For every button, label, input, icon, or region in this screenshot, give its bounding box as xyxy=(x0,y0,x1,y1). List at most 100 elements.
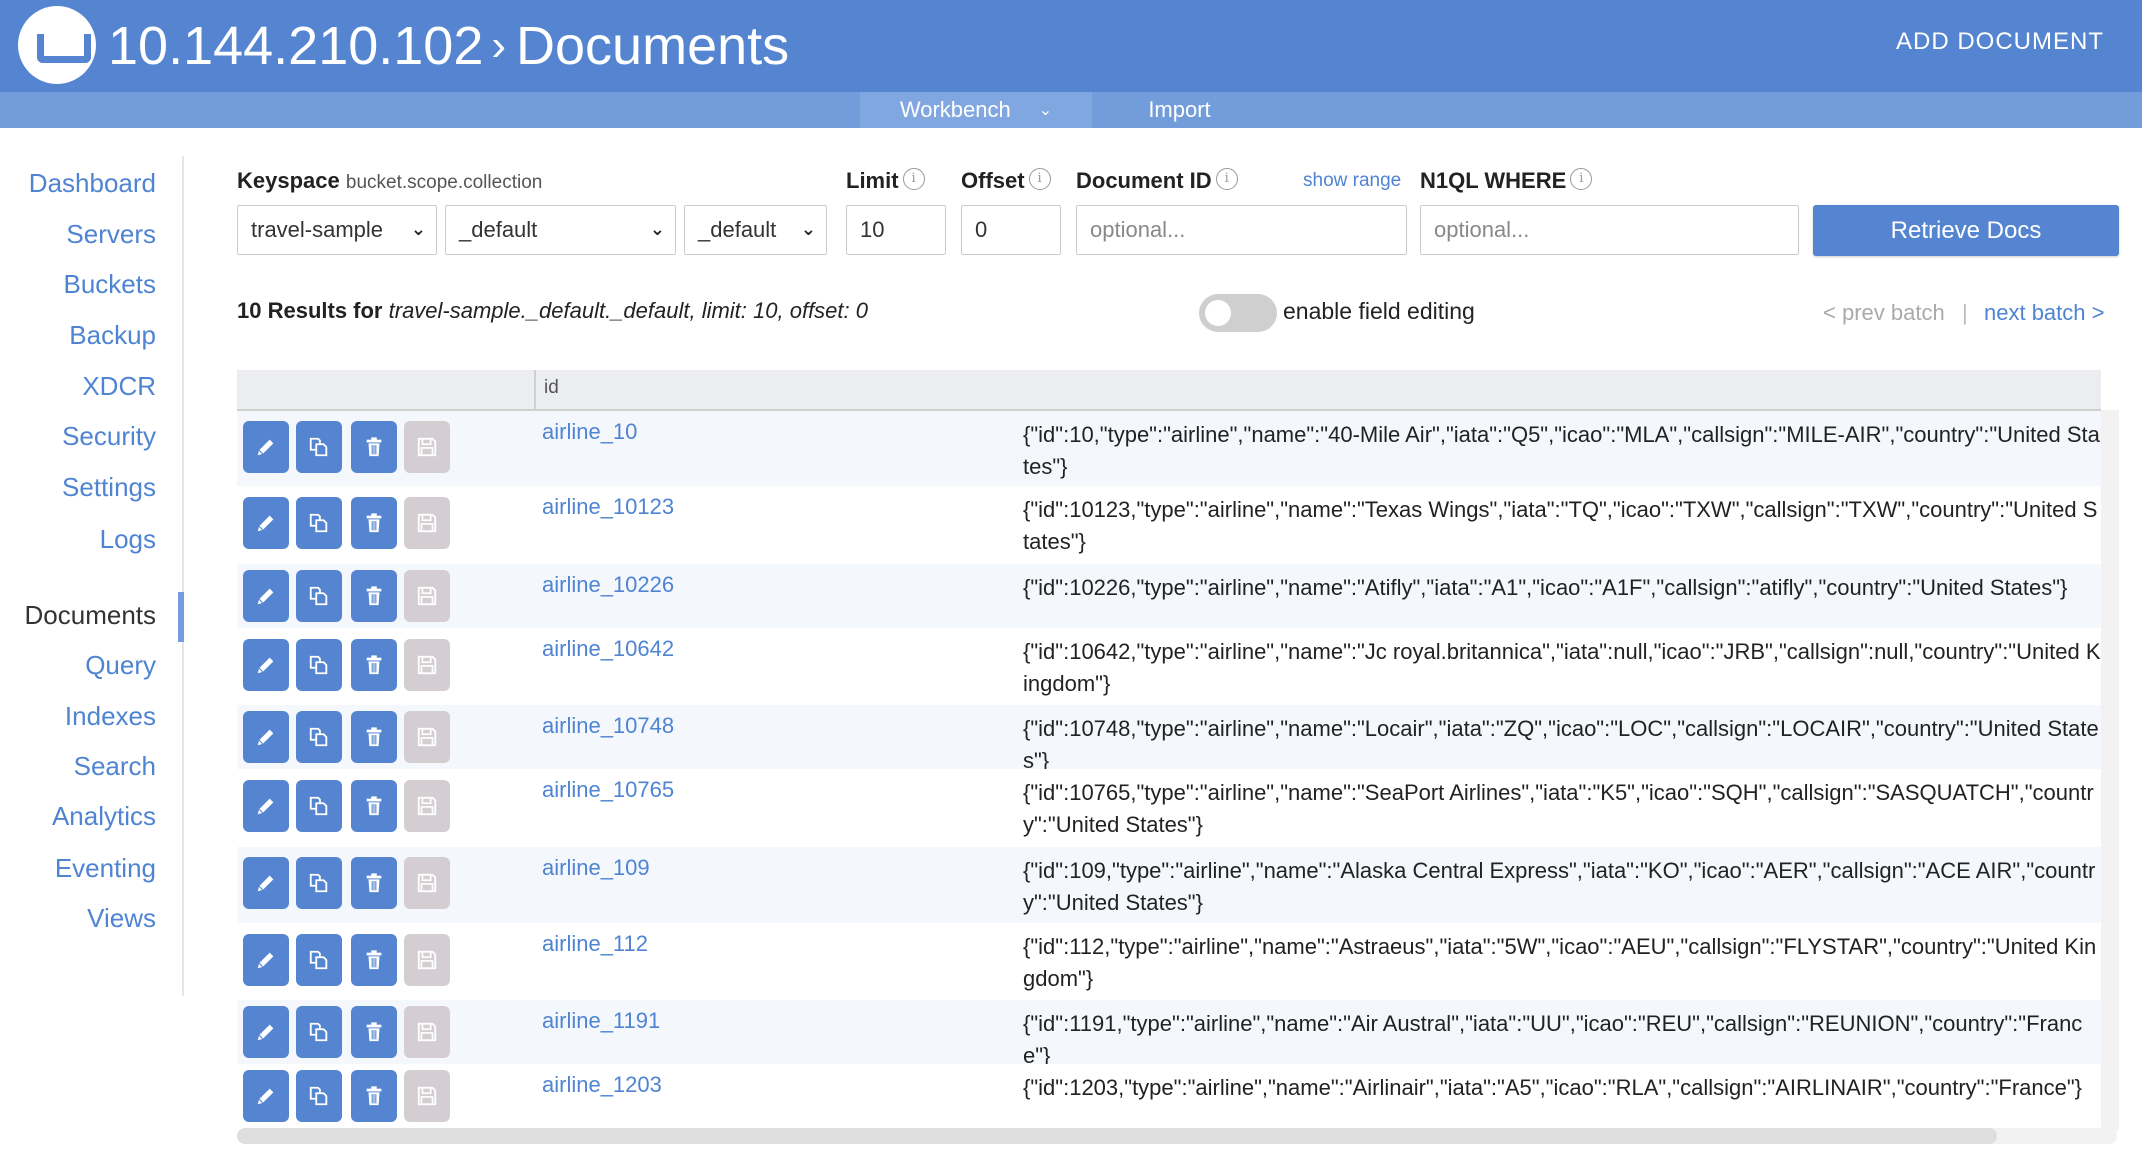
document-id-link[interactable]: airline_1203 xyxy=(542,1072,662,1098)
sidebar-item-dashboard[interactable]: Dashboard xyxy=(29,168,156,199)
copy-document-button[interactable] xyxy=(296,421,342,473)
save-document-button[interactable] xyxy=(404,497,450,549)
edit-document-button[interactable] xyxy=(243,497,289,549)
save-document-button[interactable] xyxy=(404,857,450,909)
edit-document-button[interactable] xyxy=(243,934,289,986)
edit-icon xyxy=(257,729,274,746)
sidebar-item-servers[interactable]: Servers xyxy=(66,219,156,250)
save-document-button[interactable] xyxy=(404,639,450,691)
sidebar-item-query[interactable]: Query xyxy=(85,650,156,681)
document-id-link[interactable]: airline_112 xyxy=(542,931,648,957)
delete-document-button[interactable] xyxy=(351,421,397,473)
delete-document-button[interactable] xyxy=(351,1006,397,1058)
edit-document-button[interactable] xyxy=(243,1070,289,1122)
collection-select[interactable]: _default ⌄ xyxy=(684,205,827,255)
sidebar-item-backup[interactable]: Backup xyxy=(69,320,156,351)
vertical-scrollbar[interactable] xyxy=(2101,410,2119,1134)
edit-document-button[interactable] xyxy=(243,639,289,691)
field-editing-toggle[interactable] xyxy=(1199,294,1277,332)
tab-workbench[interactable]: Workbench ⌄ xyxy=(860,92,1092,128)
document-id-link[interactable]: airline_10642 xyxy=(542,636,674,662)
bucket-select[interactable]: travel-sample ⌄ xyxy=(237,205,437,255)
save-icon xyxy=(417,796,437,816)
retrieve-docs-button[interactable]: Retrieve Docs xyxy=(1813,205,2119,256)
info-icon[interactable]: i xyxy=(1215,168,1238,190)
sidebar-item-views[interactable]: Views xyxy=(87,903,156,934)
documents-table: id airline_10 {"id":10,"type":"airline",… xyxy=(237,370,2101,1128)
scope-select[interactable]: _default ⌄ xyxy=(445,205,676,255)
sidebar-item-buckets[interactable]: Buckets xyxy=(64,269,157,300)
document-id-label: Document ID i xyxy=(1076,168,1238,194)
document-id-link[interactable]: airline_10226 xyxy=(542,572,674,598)
sidebar-item-indexes[interactable]: Indexes xyxy=(65,701,156,732)
edit-document-button[interactable] xyxy=(243,421,289,473)
couchbase-logo-icon[interactable] xyxy=(18,6,96,84)
copy-document-button[interactable] xyxy=(296,934,342,986)
add-document-button[interactable]: ADD DOCUMENT xyxy=(1896,28,2104,56)
save-document-button[interactable] xyxy=(404,421,450,473)
copy-document-button[interactable] xyxy=(296,639,342,691)
copy-document-button[interactable] xyxy=(296,1006,342,1058)
info-icon[interactable]: i xyxy=(1028,168,1051,190)
breadcrumb-host[interactable]: 10.144.210.102 xyxy=(108,16,483,76)
edit-document-button[interactable] xyxy=(243,1006,289,1058)
info-icon[interactable]: i xyxy=(1570,168,1593,190)
save-document-button[interactable] xyxy=(404,934,450,986)
document-id-link[interactable]: airline_10748 xyxy=(542,713,674,739)
sidebar-item-documents[interactable]: Documents xyxy=(25,600,157,631)
delete-document-button[interactable] xyxy=(351,1070,397,1122)
delete-document-button[interactable] xyxy=(351,639,397,691)
delete-document-button[interactable] xyxy=(351,711,397,763)
edit-document-button[interactable] xyxy=(243,711,289,763)
save-document-button[interactable] xyxy=(404,570,450,622)
chevron-down-icon: ⌄ xyxy=(800,219,816,239)
sidebar-item-security[interactable]: Security xyxy=(62,421,156,452)
offset-input[interactable]: 0 xyxy=(961,205,1061,255)
document-id-link[interactable]: airline_10 xyxy=(542,419,637,445)
show-range-link[interactable]: show range xyxy=(1303,170,1401,192)
horizontal-scrollbar[interactable] xyxy=(237,1128,2117,1144)
limit-input[interactable]: 10 xyxy=(846,205,946,255)
trash-icon xyxy=(366,437,382,457)
save-document-button[interactable] xyxy=(404,711,450,763)
copy-document-button[interactable] xyxy=(296,570,342,622)
collection-select-value: _default xyxy=(698,217,777,242)
prev-batch-link[interactable]: < prev batch xyxy=(1823,300,1945,326)
document-id-link[interactable]: airline_1191 xyxy=(542,1008,660,1034)
copy-document-button[interactable] xyxy=(296,497,342,549)
save-document-button[interactable] xyxy=(404,780,450,832)
document-id-link[interactable]: airline_10765 xyxy=(542,777,674,803)
copy-document-button[interactable] xyxy=(296,1070,342,1122)
delete-document-button[interactable] xyxy=(351,857,397,909)
edit-document-button[interactable] xyxy=(243,780,289,832)
tab-import[interactable]: Import xyxy=(1092,92,1267,128)
delete-document-button[interactable] xyxy=(351,497,397,549)
sidebar-item-analytics[interactable]: Analytics xyxy=(52,801,156,832)
document-json: {"id":10123,"type":"airline","name":"Tex… xyxy=(1023,497,2098,554)
sidebar-item-search[interactable]: Search xyxy=(74,751,156,782)
document-id-link[interactable]: airline_109 xyxy=(542,855,650,881)
delete-document-button[interactable] xyxy=(351,934,397,986)
copy-document-button[interactable] xyxy=(296,780,342,832)
next-batch-link[interactable]: next batch > xyxy=(1984,300,2104,326)
sidebar-item-logs[interactable]: Logs xyxy=(100,524,156,555)
sidebar-item-xdcr[interactable]: XDCR xyxy=(82,371,156,402)
sidebar-item-settings[interactable]: Settings xyxy=(62,472,156,503)
column-header-id[interactable]: id xyxy=(534,370,559,411)
save-document-button[interactable] xyxy=(404,1006,450,1058)
delete-document-button[interactable] xyxy=(351,570,397,622)
horizontal-scrollbar-thumb[interactable] xyxy=(237,1128,1997,1144)
delete-document-button[interactable] xyxy=(351,780,397,832)
edit-document-button[interactable] xyxy=(243,570,289,622)
document-id-link[interactable]: airline_10123 xyxy=(542,494,674,520)
table-header: id xyxy=(237,370,2101,411)
n1ql-where-input[interactable]: optional... xyxy=(1420,205,1799,255)
copy-document-button[interactable] xyxy=(296,857,342,909)
copy-document-button[interactable] xyxy=(296,711,342,763)
info-icon[interactable]: i xyxy=(902,168,925,190)
document-id-input[interactable]: optional... xyxy=(1076,205,1407,255)
sidebar-item-eventing[interactable]: Eventing xyxy=(55,853,156,884)
edit-document-button[interactable] xyxy=(243,857,289,909)
trash-icon xyxy=(366,1086,382,1106)
save-document-button[interactable] xyxy=(404,1070,450,1122)
